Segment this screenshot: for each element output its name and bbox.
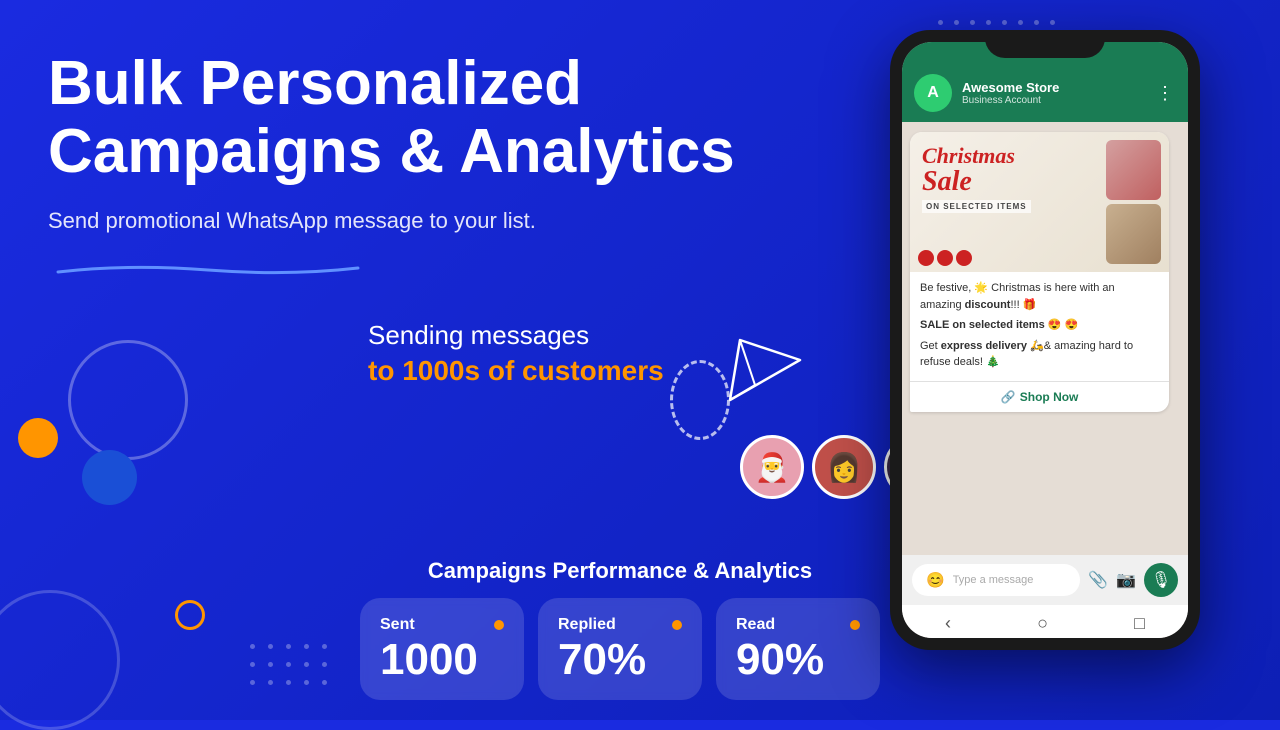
wa-message-image: Christmas Sale ON SELECTED ITEMS — [910, 132, 1169, 272]
xmas-ball-red3 — [956, 250, 972, 266]
shop-now-label: Shop Now — [1020, 390, 1079, 404]
photo-2 — [1106, 204, 1161, 264]
wa-business-name: Awesome Store — [962, 80, 1146, 95]
analytics-section: Campaigns Performance & Analytics Sent 1… — [360, 558, 880, 700]
wa-menu-dots[interactable]: ⋮ — [1156, 83, 1176, 104]
wa-chat-area: Christmas Sale ON SELECTED ITEMS — [902, 122, 1188, 555]
stat-card-sent: Sent 1000 — [360, 598, 524, 700]
stat-card-read: Read 90% — [716, 598, 880, 700]
deco-circle-small-orange — [175, 600, 205, 630]
subtitle-wrapper: Send promotional WhatsApp message to you… — [48, 208, 536, 270]
mic-button[interactable]: 🎙 — [1144, 563, 1178, 597]
hero-content: Bulk Personalized Campaigns & Analytics … — [48, 50, 748, 411]
dashed-circle-decoration — [670, 360, 730, 440]
stats-row: Sent 1000 Replied 70% Read 90% — [360, 598, 880, 700]
stat-dot-replied — [672, 620, 682, 630]
wa-business-type: Business Account — [962, 95, 1146, 106]
wa-placeholder-text: Type a message — [953, 574, 1066, 586]
stat-card-replied: Replied 70% — [538, 598, 702, 700]
deco-circle-orange — [18, 418, 58, 458]
xmas-on-selected: ON SELECTED ITEMS — [922, 200, 1031, 213]
xmas-ball-red2 — [937, 250, 953, 266]
underline-decoration — [48, 262, 368, 278]
stat-value-read: 90% — [736, 638, 860, 682]
stat-label-replied: Replied — [558, 616, 616, 634]
paper-plane-decoration — [720, 320, 810, 415]
background: Bulk Personalized Campaigns & Analytics … — [0, 0, 1280, 720]
xmas-text: Christmas Sale ON SELECTED ITEMS — [922, 144, 1031, 214]
photo-1 — [1106, 140, 1161, 200]
nav-recent-icon[interactable]: □ — [1134, 613, 1145, 634]
wa-attachment-icons: 📎 📷 — [1088, 570, 1136, 590]
xmas-ball-red — [918, 250, 934, 266]
nav-back-icon[interactable]: ‹ — [945, 613, 951, 634]
wa-input-field[interactable]: 😊 Type a message — [912, 564, 1080, 596]
sending-text-static: Sending messages — [368, 320, 748, 351]
hero-title: Bulk Personalized Campaigns & Analytics — [48, 50, 748, 186]
phone-screen: A Awesome Store Business Account ⋮ Chris… — [902, 42, 1188, 638]
stat-dot-sent — [494, 620, 504, 630]
xmas-title-line2: Sale — [922, 168, 1031, 196]
wa-msg-line3: Get express delivery 🛵& amazing hard to … — [920, 338, 1159, 371]
emoji-icon: 😊 — [926, 571, 945, 589]
stat-value-replied: 70% — [558, 638, 682, 682]
shop-now-icon: 🔗 — [1001, 390, 1016, 404]
hero-subtitle: Send promotional WhatsApp message to you… — [48, 208, 536, 234]
xmas-photo-collage — [1106, 140, 1161, 264]
deco-circle-outline-bottom — [0, 590, 120, 730]
phone-mockup: A Awesome Store Business Account ⋮ Chris… — [890, 30, 1200, 650]
deco-dots-bottom — [250, 644, 332, 690]
xmas-title-line1: Christmas — [922, 144, 1031, 168]
avatar-1: 🎅 — [740, 435, 804, 499]
stat-label-read: Read — [736, 616, 775, 634]
wa-message-bubble: Christmas Sale ON SELECTED ITEMS — [910, 132, 1169, 412]
wa-avatar: A — [914, 74, 952, 112]
stat-dot-read — [850, 620, 860, 630]
phone-notch — [985, 30, 1105, 58]
wa-nav-bar: ‹ ○ □ — [902, 605, 1188, 638]
wa-input-bar: 😊 Type a message 📎 📷 🎙 — [902, 555, 1188, 605]
analytics-title: Campaigns Performance & Analytics — [360, 558, 880, 584]
nav-home-icon[interactable]: ○ — [1037, 613, 1048, 634]
camera-icon[interactable]: 📷 — [1116, 570, 1136, 590]
wa-msg-line2: SALE on selected items 😍 😍 — [920, 317, 1159, 334]
deco-circle-blue — [82, 450, 137, 505]
wa-info: Awesome Store Business Account — [962, 80, 1146, 106]
wa-msg-line1: Be festive, 🌟 Christmas is here with an … — [920, 280, 1159, 313]
stat-value-sent: 1000 — [380, 638, 504, 682]
stat-label-sent: Sent — [380, 616, 415, 634]
paperclip-icon[interactable]: 📎 — [1088, 570, 1108, 590]
phone-frame: A Awesome Store Business Account ⋮ Chris… — [890, 30, 1200, 650]
wa-bubble-text: Be festive, 🌟 Christmas is here with an … — [910, 272, 1169, 381]
shop-now-button[interactable]: 🔗 Shop Now — [910, 381, 1169, 412]
avatar-2: 👩 — [812, 435, 876, 499]
